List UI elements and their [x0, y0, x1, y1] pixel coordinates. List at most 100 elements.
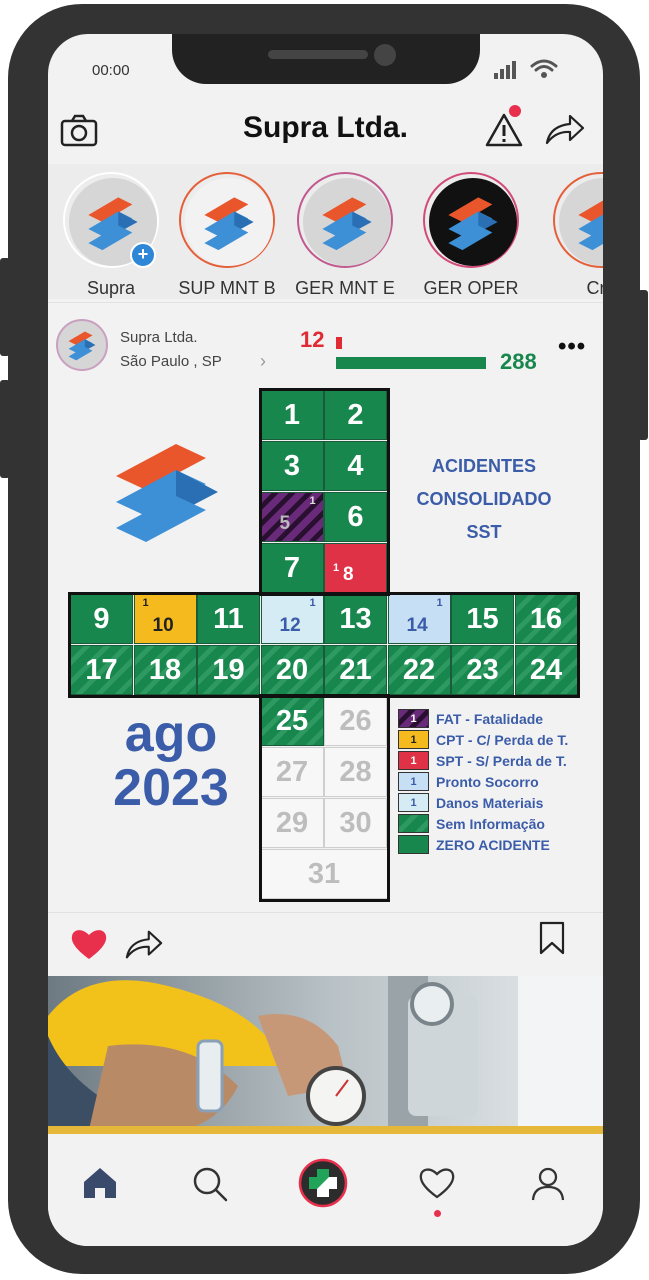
legend-label: ZERO ACIDENTE: [436, 837, 550, 853]
day-number: 17: [85, 654, 118, 686]
supra-logo-icon: [448, 197, 498, 251]
calendar-day[interactable]: 20: [260, 645, 324, 695]
day-number: 16: [529, 603, 563, 635]
search-icon[interactable]: [192, 1166, 228, 1202]
safety-cross-icon[interactable]: [298, 1158, 348, 1208]
day-number: 11: [213, 603, 244, 635]
legend-label: CPT - C/ Perda de T.: [436, 732, 569, 748]
day-number: 24: [529, 654, 563, 686]
phone-screen: 00:00 Supra Ltda. + Supra SUP MNT B GER …: [48, 34, 603, 1246]
calendar-day[interactable]: 3: [260, 441, 324, 491]
alert-icon[interactable]: [484, 112, 524, 148]
calendar-day[interactable]: 30: [324, 798, 387, 848]
calendar-day[interactable]: 18: [133, 645, 197, 695]
story-avatar-image: [185, 178, 273, 266]
activity-badge: [434, 1210, 441, 1217]
account-location[interactable]: São Paulo , SP: [120, 353, 222, 370]
supra-logo-icon: [322, 197, 372, 251]
camera-icon[interactable]: [60, 114, 98, 148]
legend-label: Sem Informação: [436, 816, 545, 832]
calendar-day[interactable]: 24: [514, 645, 578, 695]
legend-swatch: 1: [398, 772, 429, 791]
calendar-day[interactable]: 19: [197, 645, 260, 695]
calendar-day[interactable]: 26: [324, 696, 387, 746]
story-label: GER OPER: [423, 278, 519, 298]
accidents-bar: [336, 337, 342, 349]
supra-logo-icon: [68, 331, 96, 361]
story-avatar[interactable]: [179, 172, 275, 268]
day-number: 20: [275, 654, 309, 686]
supra-logo-icon: [578, 200, 603, 251]
calendar-day[interactable]: 2: [324, 390, 387, 440]
story-avatar[interactable]: [297, 172, 393, 268]
legend-label: FAT - Fatalidade: [436, 711, 544, 727]
calendar-day[interactable]: 51: [260, 492, 324, 542]
wifi-icon: [530, 59, 558, 78]
calendar-day[interactable]: 12 1: [260, 594, 324, 644]
volume-up-button: [0, 258, 10, 356]
heart-icon[interactable]: [70, 927, 108, 961]
calendar-day[interactable]: 25: [260, 696, 324, 746]
profile-icon[interactable]: [530, 1166, 566, 1202]
calendar-day[interactable]: 23: [451, 645, 514, 695]
legend-swatch: 1: [398, 751, 429, 770]
power-button: [638, 290, 648, 440]
day-number: 28: [339, 756, 372, 788]
day-number: 9: [93, 603, 110, 635]
front-camera: [374, 44, 396, 66]
calendar-day[interactable]: 10 1: [133, 594, 197, 644]
share-icon[interactable]: [124, 927, 164, 961]
chevron-right-icon[interactable]: ›: [260, 351, 266, 372]
calendar-day[interactable]: 31: [260, 849, 388, 899]
more-options-icon[interactable]: •••: [558, 333, 586, 361]
calendar-day[interactable]: 21: [324, 645, 387, 695]
zero-accident-count: 288: [500, 349, 537, 374]
calendar-day[interactable]: 9: [70, 594, 133, 644]
bookmark-icon[interactable]: [538, 921, 566, 955]
day-number: 8: [343, 564, 354, 585]
heart-icon[interactable]: [418, 1166, 456, 1200]
calendar-day[interactable]: 17: [70, 645, 133, 695]
account-avatar[interactable]: [56, 319, 108, 371]
account-name[interactable]: Supra Ltda.: [120, 329, 198, 346]
calendar-day[interactable]: 4: [324, 441, 387, 491]
story-label: Supra: [86, 278, 136, 298]
speaker: [268, 50, 368, 59]
supra-logo-icon: [204, 197, 254, 251]
calendar-day[interactable]: 27: [260, 747, 324, 797]
accident-count-badge: 1: [309, 495, 316, 507]
calendar-day[interactable]: 7: [260, 543, 324, 593]
accident-count-badge: 1: [333, 562, 340, 574]
calendar-day[interactable]: 1: [260, 390, 324, 440]
story-label: GER MNT E: [295, 278, 395, 298]
story-avatar[interactable]: [423, 172, 519, 268]
calendar-day[interactable]: 11: [197, 594, 260, 644]
calendar-day[interactable]: 29: [260, 798, 324, 848]
calendar-day[interactable]: 22: [387, 645, 451, 695]
day-number: 14: [406, 615, 428, 636]
story-avatar-image: [429, 178, 517, 266]
calendar-day[interactable]: 16: [514, 594, 578, 644]
worker-photo-image: [48, 976, 603, 1134]
day-number: 10: [152, 615, 174, 636]
day-number: 27: [275, 756, 309, 788]
day-number: 18: [148, 654, 182, 686]
calendar-day[interactable]: 14 1: [387, 594, 451, 644]
legend-swatch: 1: [398, 730, 429, 749]
bottom-nav: [48, 1136, 603, 1246]
home-icon[interactable]: [82, 1166, 118, 1200]
day-number: 7: [283, 552, 301, 584]
story-avatar[interactable]: [553, 172, 603, 268]
zero-accident-bar: [336, 357, 486, 369]
calendar-day[interactable]: 28: [324, 747, 387, 797]
add-story-icon[interactable]: +: [130, 242, 156, 268]
legend-label: SPT - S/ Perda de T.: [436, 753, 567, 769]
calendar-day[interactable]: 13: [324, 594, 387, 644]
day-number: 15: [466, 603, 499, 635]
calendar-day[interactable]: 15: [451, 594, 514, 644]
calendar-day[interactable]: 6: [324, 492, 387, 542]
share-icon[interactable]: [544, 112, 586, 146]
calendar-day[interactable]: 81: [324, 543, 387, 593]
post-photo: [48, 976, 603, 1134]
story-label: Cra: [586, 278, 603, 298]
